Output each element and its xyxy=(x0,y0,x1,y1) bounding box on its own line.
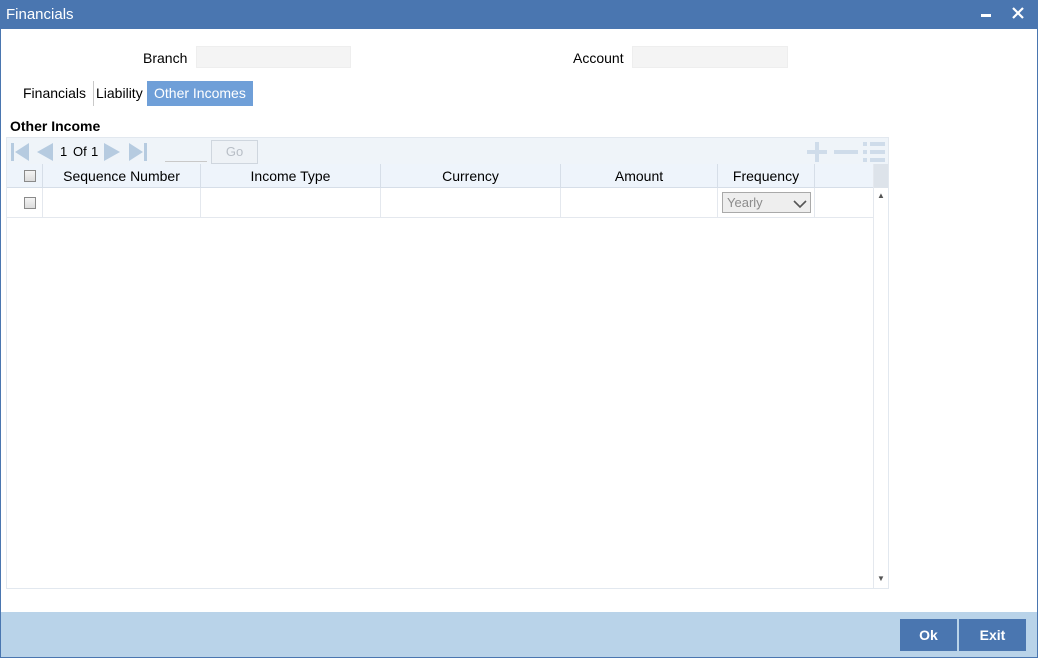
page-of-label: Of xyxy=(73,144,87,159)
current-page: 1 xyxy=(60,144,68,159)
delete-row-icon[interactable] xyxy=(833,141,859,166)
last-page-icon[interactable] xyxy=(127,141,149,163)
page-number-input[interactable] xyxy=(165,142,207,162)
column-header-amount[interactable]: Amount xyxy=(561,164,718,188)
grid-header: Sequence Number Income Type Currency Amo… xyxy=(7,164,873,188)
close-icon[interactable] xyxy=(1007,3,1029,25)
pager-bar: 1 Of 1 Go xyxy=(7,138,888,164)
exit-button[interactable]: Exit xyxy=(959,619,1026,651)
frequency-value: Yearly xyxy=(727,195,763,210)
branch-field[interactable] xyxy=(196,46,351,68)
first-page-icon[interactable] xyxy=(9,141,31,163)
section-title: Other Income xyxy=(10,118,101,134)
select-all-cell xyxy=(7,164,43,188)
title-bar: Financials xyxy=(1,1,1037,29)
select-all-checkbox[interactable] xyxy=(24,170,36,182)
financials-window: Financials Branch Account Financials Lia… xyxy=(0,0,1038,658)
income-type-cell[interactable] xyxy=(201,188,381,217)
row-select-cell xyxy=(7,188,43,217)
row-checkbox[interactable] xyxy=(24,197,36,209)
account-field[interactable] xyxy=(632,46,788,68)
amount-cell[interactable] xyxy=(561,188,718,217)
go-button[interactable]: Go xyxy=(211,140,258,164)
table-row: Yearly xyxy=(7,188,873,218)
previous-page-icon[interactable] xyxy=(33,141,55,163)
sequence-number-cell[interactable] xyxy=(43,188,201,217)
window-title: Financials xyxy=(6,6,74,23)
tab-financials[interactable]: Financials xyxy=(16,81,95,106)
chevron-down-icon xyxy=(793,196,807,215)
account-label: Account xyxy=(573,50,624,66)
column-header-currency[interactable]: Currency xyxy=(381,164,561,188)
frequency-select[interactable]: Yearly xyxy=(722,192,811,213)
footer-bar: Ok Exit xyxy=(1,612,1037,657)
branch-label: Branch xyxy=(143,50,188,66)
total-pages: 1 xyxy=(91,144,99,159)
next-page-icon[interactable] xyxy=(102,141,124,163)
scroll-up-icon[interactable]: ▲ xyxy=(877,191,885,200)
column-header-income-type[interactable]: Income Type xyxy=(201,164,381,188)
currency-cell[interactable] xyxy=(381,188,561,217)
scrollbar-thumb[interactable] xyxy=(874,164,888,188)
vertical-scrollbar[interactable]: ▲ ▼ xyxy=(873,164,888,588)
tab-liability[interactable]: Liability xyxy=(89,81,151,106)
add-row-icon[interactable] xyxy=(805,141,829,166)
minimize-icon[interactable] xyxy=(975,3,997,25)
column-header-sequence-number[interactable]: Sequence Number xyxy=(43,164,201,188)
tab-other-incomes[interactable]: Other Incomes xyxy=(147,81,253,106)
other-income-grid: 1 Of 1 Go Sequence Number Income Type Cu… xyxy=(6,137,889,589)
single-view-icon[interactable] xyxy=(862,141,886,166)
scroll-down-icon[interactable]: ▼ xyxy=(877,574,885,583)
ok-button[interactable]: Ok xyxy=(900,619,957,651)
column-header-frequency[interactable]: Frequency xyxy=(718,164,815,188)
